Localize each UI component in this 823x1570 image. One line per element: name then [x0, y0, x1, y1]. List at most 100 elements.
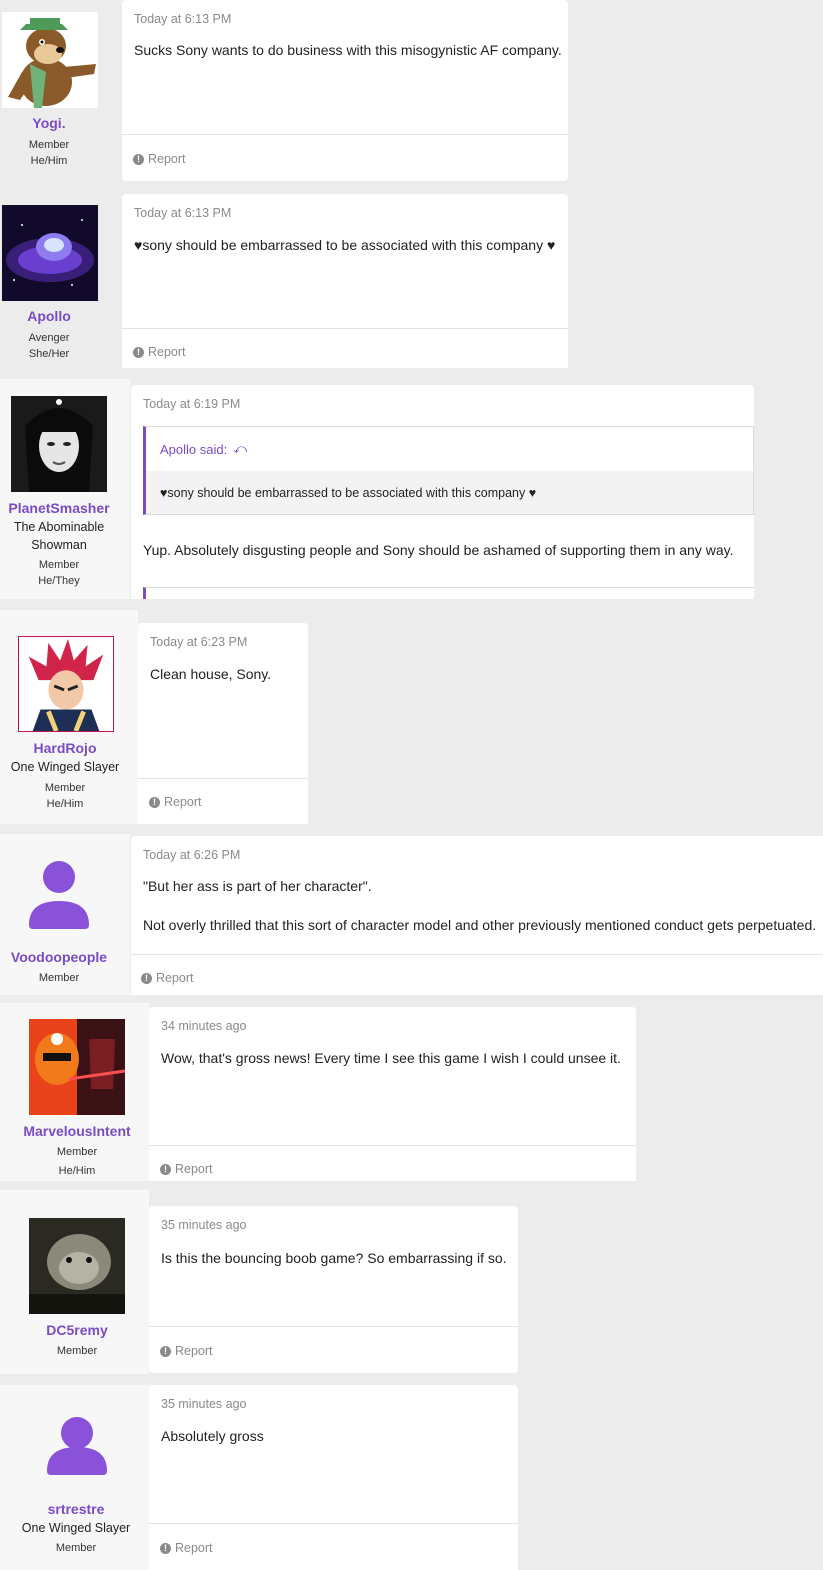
post-message: Not overly thrilled that this sort of ch…: [143, 917, 817, 933]
post-marvelousintent: MarvelousIntent Member He/Him 34 minutes…: [0, 1003, 636, 1181]
post-card: Today at 6:13 PM Sucks Sony wants to do …: [122, 0, 568, 181]
default-user-icon: [29, 861, 89, 929]
post-timestamp[interactable]: Today at 6:23 PM: [150, 635, 247, 649]
post-message: Is this the bouncing boob game? So embar…: [161, 1250, 507, 1266]
post-message: Wow, that's gross news! Every time I see…: [161, 1050, 621, 1066]
post-timestamp[interactable]: 34 minutes ago: [161, 1019, 246, 1033]
alert-icon: !: [133, 346, 144, 358]
post-message: "But her ass is part of her character".: [143, 878, 372, 894]
report-button[interactable]: ! Report: [160, 1344, 213, 1358]
post-hardrojo: HardRojo One Winged Slayer Member He/Him…: [0, 610, 308, 824]
avatar[interactable]: [2, 205, 98, 301]
quote-author: Apollo said:: [160, 441, 228, 457]
alert-icon: !: [160, 1542, 171, 1554]
user-badge: Member: [56, 1345, 98, 1357]
post-footer: ! Report: [149, 1523, 518, 1570]
username[interactable]: HardRojo: [0, 740, 130, 756]
post-planetsmasher: PlanetSmasher The Abominable Showman Mem…: [0, 379, 754, 599]
post-timestamp[interactable]: Today at 6:13 PM: [134, 12, 231, 26]
username[interactable]: PlanetSmasher: [0, 500, 118, 516]
username[interactable]: MarvelousIntent: [0, 1123, 154, 1139]
username[interactable]: Yogi.: [0, 115, 98, 131]
quote-author-link[interactable]: Apollo said: ⤺: [160, 441, 247, 457]
post-message: Absolutely gross: [161, 1428, 264, 1444]
anime-character-icon: [19, 637, 113, 731]
report-label: Report: [175, 1162, 213, 1176]
ranger-icon: [29, 1019, 125, 1115]
avatar[interactable]: [18, 636, 114, 732]
portrait-icon: [11, 396, 107, 492]
post-card: 35 minutes ago Absolutely gross ! Report: [149, 1385, 518, 1570]
report-button[interactable]: ! Report: [160, 1541, 213, 1555]
alert-icon: !: [141, 972, 152, 984]
user-badge: Member: [56, 1146, 98, 1158]
user-pronouns: He/They: [38, 575, 80, 587]
galaxy-icon: [2, 205, 98, 301]
post-footer: ! Report: [122, 328, 568, 368]
user-pronouns: He/Him: [46, 798, 84, 810]
avatar[interactable]: [2, 12, 98, 108]
report-label: Report: [175, 1344, 213, 1358]
default-user-icon: [47, 1417, 107, 1475]
avatar[interactable]: [35, 1413, 119, 1497]
username[interactable]: srtrestre: [0, 1501, 152, 1517]
report-button[interactable]: ! Report: [149, 795, 202, 809]
user-badge: Member: [55, 1542, 97, 1554]
user-info: MarvelousIntent Member He/Him: [0, 1003, 149, 1181]
user-badge: Member: [38, 559, 80, 571]
user-badge: Avenger: [28, 332, 70, 344]
post-footer: ! Report: [149, 1145, 636, 1181]
post-card: 35 minutes ago Is this the bouncing boob…: [149, 1206, 518, 1373]
post-message: Clean house, Sony.: [150, 666, 272, 682]
quote-text: ♥sony should be embarrassed to be associ…: [160, 486, 537, 500]
user-info: Voodoopeople Member: [0, 834, 130, 995]
post-footer: ! Report: [138, 778, 308, 824]
user-pronouns: He/Him: [30, 155, 68, 167]
report-button[interactable]: ! Report: [141, 971, 194, 985]
report-label: Report: [164, 795, 202, 809]
report-button[interactable]: ! Report: [133, 345, 186, 359]
post-yogi: Yogi. Member He/Him Today at 6:13 PM Suc…: [0, 0, 568, 182]
user-title: Showman: [31, 538, 87, 552]
post-card: Today at 6:23 PM Clean house, Sony. ! Re…: [138, 623, 308, 824]
signature-edge: [143, 587, 754, 599]
creature-icon: [29, 1218, 125, 1314]
report-button[interactable]: ! Report: [160, 1162, 213, 1176]
post-message: Yup. Absolutely disgusting people and So…: [143, 542, 734, 558]
post-footer: ! Report: [149, 1326, 518, 1373]
report-label: Report: [175, 1541, 213, 1555]
report-label: Report: [148, 152, 186, 166]
post-message: Sucks Sony wants to do business with thi…: [134, 42, 562, 58]
post-srtrestre: srtrestre One Winged Slayer Member 35 mi…: [0, 1385, 518, 1570]
post-timestamp[interactable]: Today at 6:26 PM: [143, 848, 240, 862]
user-pronouns: He/Him: [58, 1165, 96, 1177]
user-info: Yogi. Member He/Him: [0, 0, 122, 182]
user-badge: Member: [44, 782, 86, 794]
post-voodoopeople: Voodoopeople Member Today at 6:26 PM "Bu…: [0, 834, 823, 995]
post-card: Today at 6:26 PM "But her ass is part of…: [131, 836, 823, 995]
avatar[interactable]: [29, 1218, 125, 1314]
username[interactable]: DC5remy: [0, 1322, 154, 1338]
report-label: Report: [148, 345, 186, 359]
user-info: DC5remy Member: [0, 1190, 149, 1374]
post-card: Today at 6:13 PM ♥sony should be embarra…: [122, 194, 568, 368]
post-timestamp[interactable]: Today at 6:19 PM: [143, 397, 240, 411]
username[interactable]: Voodoopeople: [0, 949, 118, 965]
report-label: Report: [156, 971, 194, 985]
post-timestamp[interactable]: 35 minutes ago: [161, 1397, 246, 1411]
alert-icon: !: [160, 1163, 171, 1175]
post-card: 34 minutes ago Wow, that's gross news! E…: [149, 1007, 636, 1181]
avatar[interactable]: [11, 396, 107, 492]
username[interactable]: Apollo: [0, 308, 98, 324]
post-footer: ! Report: [122, 134, 568, 181]
user-info: srtrestre One Winged Slayer Member: [0, 1385, 149, 1570]
post-dc5remy: DC5remy Member 35 minutes ago Is this th…: [0, 1190, 518, 1374]
avatar[interactable]: [17, 851, 101, 935]
jump-to-quote-icon: ⤺: [233, 441, 248, 456]
post-timestamp[interactable]: Today at 6:13 PM: [134, 206, 231, 220]
post-timestamp[interactable]: 35 minutes ago: [161, 1218, 246, 1232]
user-title: One Winged Slayer: [21, 1521, 131, 1535]
alert-icon: !: [133, 153, 144, 165]
report-button[interactable]: ! Report: [133, 152, 186, 166]
avatar[interactable]: [29, 1019, 125, 1115]
